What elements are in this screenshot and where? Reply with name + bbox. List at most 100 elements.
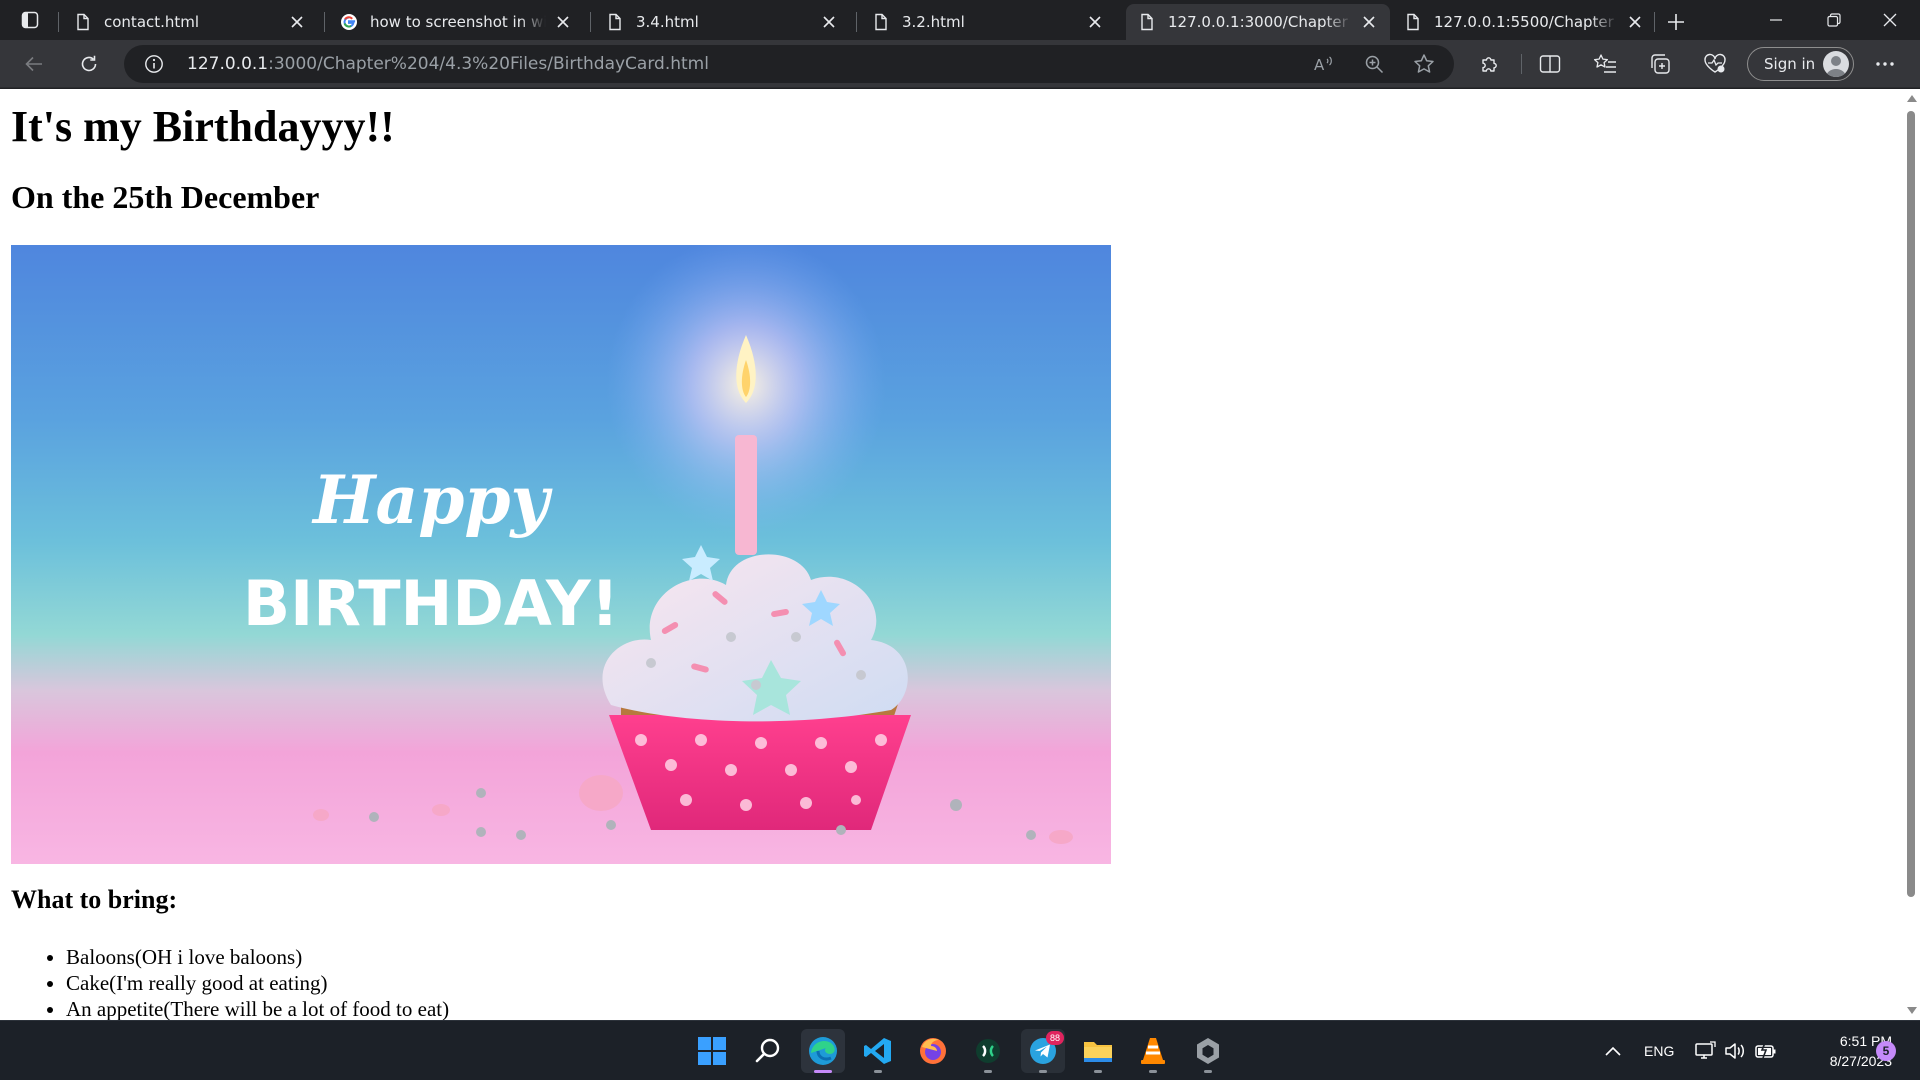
language-indicator[interactable]: ENG (1644, 1021, 1674, 1080)
show-hidden-icons-button[interactable] (1604, 1021, 1622, 1080)
bring-list: Baloons(OH i love baloons) Cake(I'm real… (66, 944, 449, 1020)
tab-separator (324, 12, 325, 32)
volume-control[interactable] (1724, 1021, 1746, 1080)
network-icon (1695, 1041, 1716, 1059)
url-text[interactable]: 127.0.0.1:3000/Chapter%204/4.3%20Files/B… (187, 45, 709, 83)
taskbar-file-explorer[interactable] (1076, 1029, 1120, 1073)
address-bar[interactable]: 127.0.0.1:3000/Chapter%204/4.3%20Files/B… (124, 45, 1454, 83)
page-heading: It's my Birthdayyy!! (11, 102, 395, 151)
scroll-down-arrow-icon[interactable] (1907, 1007, 1917, 1014)
running-indicator (1149, 1070, 1157, 1073)
tab-birthday-card[interactable]: 127.0.0.1:3000/Chapter 4/4.3 (1126, 4, 1390, 40)
close-window-button[interactable] (1862, 0, 1918, 40)
close-tab-icon[interactable] (1360, 13, 1378, 31)
tab-separator (1654, 12, 1655, 32)
tab-title: 3.2.html (902, 13, 965, 31)
minimize-icon (1770, 19, 1782, 21)
list-item: Cake(I'm really good at eating) (66, 970, 449, 996)
unity-icon (1197, 1038, 1219, 1064)
settings-menu-button[interactable] (1867, 46, 1903, 82)
sign-in-label: Sign in (1764, 55, 1816, 73)
split-screen-button[interactable] (1532, 46, 1568, 82)
browser-toolbar: 127.0.0.1:3000/Chapter%204/4.3%20Files/B… (0, 40, 1920, 88)
tab-actions-icon (21, 11, 39, 29)
zoom-icon[interactable] (1362, 52, 1386, 76)
tab-contact[interactable]: contact.html (62, 4, 318, 40)
taskbar-edge[interactable] (801, 1029, 845, 1073)
favorites-list-icon (1593, 54, 1616, 73)
close-tab-icon[interactable] (288, 13, 306, 31)
scrollbar-thumb[interactable] (1907, 111, 1915, 897)
tab-3-4[interactable]: 3.4.html (594, 4, 850, 40)
tab-google-search[interactable]: how to screenshot in windows (328, 4, 584, 40)
start-button[interactable] (690, 1029, 734, 1073)
close-tab-icon[interactable] (1086, 13, 1104, 31)
sign-in-button[interactable]: Sign in (1747, 47, 1854, 81)
heart-pulse-icon (1704, 53, 1726, 73)
close-tab-icon[interactable] (554, 13, 572, 31)
back-arrow-icon (25, 56, 42, 72)
vscode-icon (864, 1038, 891, 1064)
file-icon (1407, 13, 1419, 31)
close-tab-icon[interactable] (820, 13, 838, 31)
page-viewport: It's my Birthdayyy!! On the 25th Decembe… (0, 89, 1902, 1020)
minimize-button[interactable] (1748, 0, 1804, 40)
browser-essentials-button[interactable] (1697, 46, 1733, 82)
read-aloud-icon[interactable]: A (1312, 52, 1336, 76)
close-tab-icon[interactable] (1626, 13, 1644, 31)
restore-button[interactable] (1806, 0, 1862, 40)
image-greeting-line1: Happy (311, 461, 553, 539)
tab-title: contact.html (104, 13, 200, 31)
close-icon (1883, 13, 1897, 27)
refresh-icon (81, 55, 97, 72)
svg-text:A: A (1314, 56, 1325, 74)
tab-separator (590, 12, 591, 32)
collections-button[interactable] (1642, 46, 1678, 82)
tab-separator (856, 12, 857, 32)
taskbar-firefox[interactable] (911, 1029, 955, 1073)
site-info-icon[interactable] (144, 54, 164, 74)
tab-live-server[interactable]: 127.0.0.1:5500/Chapter 4/4.3 (1392, 4, 1656, 40)
taskbar-telegram[interactable]: 88 (1021, 1029, 1065, 1073)
windows-taskbar: 88 ENG 6:51 PM 8/27/2023 5 (0, 1020, 1920, 1080)
taskbar-vscode[interactable] (856, 1029, 900, 1073)
refresh-button[interactable] (71, 46, 107, 82)
new-tab-button[interactable] (1660, 6, 1692, 38)
battery-status[interactable] (1754, 1021, 1778, 1080)
running-indicator (984, 1070, 992, 1073)
google-icon (341, 14, 357, 30)
favorites-button[interactable] (1587, 46, 1623, 82)
file-explorer-icon (1084, 1042, 1112, 1062)
network-status[interactable] (1694, 1021, 1716, 1080)
tab-strip: contact.html how to screenshot in window… (0, 0, 1920, 40)
puzzle-icon (1482, 57, 1497, 72)
cupcake-illustration: Happy BIRTHDAY! (243, 245, 1073, 844)
search-icon (755, 1038, 780, 1063)
more-options-icon (1876, 62, 1894, 66)
scroll-up-arrow-icon[interactable] (1907, 95, 1917, 102)
running-indicator (1204, 1070, 1212, 1073)
plus-icon (1668, 14, 1684, 30)
firefox-icon (920, 1038, 946, 1064)
tab-actions-button[interactable] (12, 4, 48, 36)
running-indicator (1039, 1070, 1047, 1073)
tab-title: 127.0.0.1:5500/Chapter 4/4.3 (1434, 13, 1618, 31)
tab-3-2[interactable]: 3.2.html (860, 4, 1116, 40)
taskbar-vlc[interactable] (1131, 1029, 1175, 1073)
extensions-button[interactable] (1472, 46, 1508, 82)
taskbar-terminal-app[interactable] (966, 1029, 1010, 1073)
active-indicator (814, 1070, 832, 1073)
file-icon (875, 13, 887, 31)
search-button[interactable] (746, 1029, 790, 1073)
back-button[interactable] (16, 46, 52, 82)
notification-center-badge[interactable]: 5 (1876, 1041, 1896, 1061)
vlc-icon (1141, 1038, 1165, 1064)
vertical-scrollbar[interactable] (1902, 89, 1920, 1020)
file-icon (1141, 13, 1153, 31)
tab-separator (58, 12, 59, 32)
terminal-app-icon (976, 1039, 1000, 1063)
favorite-star-icon[interactable] (1412, 52, 1436, 76)
collections-icon (1651, 54, 1670, 74)
taskbar-unity[interactable] (1186, 1029, 1230, 1073)
url-host: 127.0.0.1 (187, 54, 269, 74)
